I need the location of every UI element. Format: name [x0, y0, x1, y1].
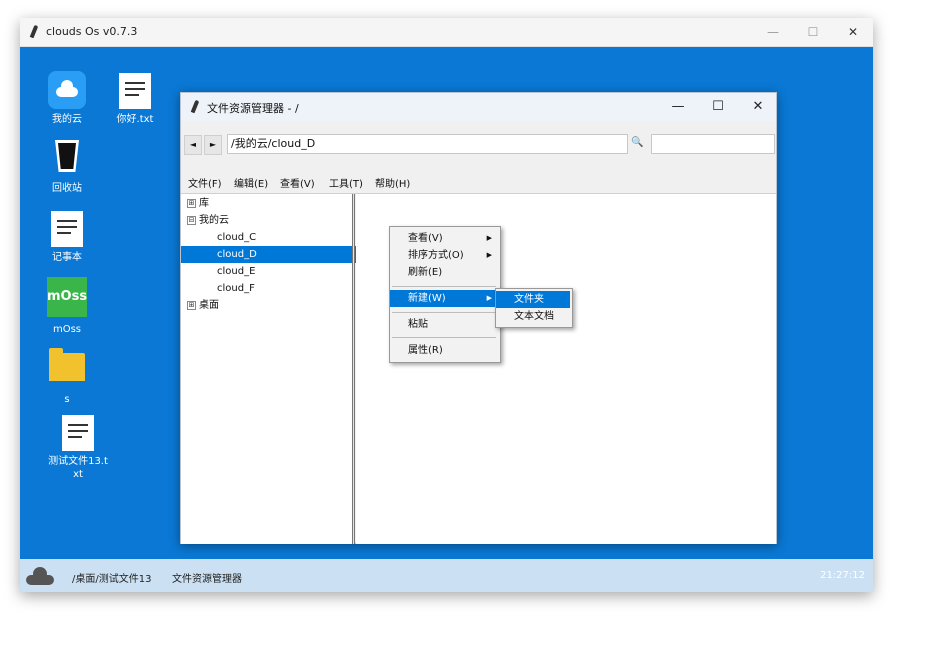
submenu-item-folder[interactable]: 文件夹	[496, 291, 570, 308]
cloud-app-icon	[48, 71, 86, 109]
recycle-bin-icon	[55, 140, 79, 174]
context-item-paste[interactable]: 粘贴	[390, 316, 498, 333]
moss-app-icon: mOss	[47, 277, 87, 317]
desktop-icon-label: mOss	[52, 324, 82, 335]
tree-item-label: cloud_C	[217, 232, 257, 243]
taskbar-item-test-file[interactable]: /桌面/测试文件13	[72, 570, 151, 585]
submenu-item-text-document[interactable]: 文本文档	[496, 308, 570, 325]
feather-app-icon	[190, 100, 200, 114]
desktop-icon-label: 测试文件13.t xt	[48, 456, 108, 480]
tree-item-my-cloud[interactable]: ⊟ 我的云	[181, 212, 358, 229]
taskbar: /桌面/测试文件13 文件资源管理器 21:27:12	[20, 559, 873, 592]
os-title: clouds Os v0.7.3	[46, 25, 138, 38]
desktop-icon-label: 回收站	[52, 183, 82, 194]
menu-separator	[392, 337, 496, 338]
search-icon[interactable]: 🔍	[631, 137, 643, 148]
new-submenu: 文件夹 文本文档	[495, 288, 573, 328]
context-item-label: 粘贴	[408, 319, 428, 330]
folder-icon	[49, 348, 85, 381]
tree-item-label: 我的云	[199, 215, 229, 226]
explorer-minimize-button[interactable]: —	[658, 93, 698, 121]
desktop-icon-folder-s[interactable]: s	[34, 348, 100, 406]
menu-file[interactable]: 文件(F)	[188, 175, 222, 190]
os-minimize-button[interactable]: —	[753, 18, 793, 46]
submenu-item-label: 文本文档	[514, 311, 554, 322]
tree-item-desktop[interactable]: ⊞ 桌面	[181, 297, 358, 314]
text-file-icon	[62, 415, 94, 451]
menu-help[interactable]: 帮助(H)	[375, 175, 410, 190]
taskbar-clock: 21:27:12	[820, 570, 865, 581]
desktop-icon-label: s	[64, 394, 70, 405]
taskbar-item-explorer[interactable]: 文件资源管理器	[172, 570, 242, 585]
submenu-item-label: 文件夹	[514, 294, 544, 305]
expand-icon[interactable]: ⊞	[187, 300, 196, 310]
menu-separator	[392, 286, 496, 287]
context-item-label: 刷新(E)	[408, 267, 443, 278]
menu-bar: 文件(F) 编辑(E) 查看(V) 工具(T) 帮助(H)	[181, 171, 776, 193]
search-input[interactable]	[651, 134, 775, 154]
context-item-label: 查看(V)	[408, 233, 443, 244]
desktop-icon-test-file[interactable]: 测试文件13.t xt	[45, 415, 111, 481]
os-title-bar: clouds Os v0.7.3 — ☐ ✕	[20, 18, 873, 47]
back-button[interactable]: ◄	[184, 135, 202, 155]
desktop-icon-my-cloud[interactable]: 我的云	[34, 71, 100, 126]
forward-button[interactable]: ►	[204, 135, 222, 155]
context-item-view[interactable]: 查看(V) ▶	[390, 230, 498, 247]
pane-splitter[interactable]	[352, 194, 355, 544]
explorer-title: 文件资源管理器 - /	[207, 102, 299, 115]
os-close-button[interactable]: ✕	[833, 18, 873, 46]
context-item-label: 排序方式(O)	[408, 250, 464, 261]
context-item-new[interactable]: 新建(W) ▶	[390, 290, 498, 307]
explorer-close-button[interactable]: ✕	[738, 93, 778, 121]
desktop-icon-recycle-bin[interactable]: 回收站	[34, 140, 100, 195]
folder-tree: ⊞ 库 ⊟ 我的云 cloud_C cloud_D cloud_E cloud_F …	[181, 194, 388, 544]
tree-item-label: 库	[199, 198, 209, 209]
explorer-title-bar[interactable]: 文件资源管理器 - / — ☐ ✕	[181, 93, 776, 121]
context-menu: 查看(V) ▶ 排序方式(O) ▶ 刷新(E) 新建(W) ▶ 粘贴 属性(R)	[389, 226, 501, 363]
feather-app-icon	[29, 25, 39, 39]
os-maximize-button[interactable]: ☐	[793, 18, 833, 46]
tree-item-label: cloud_F	[217, 283, 255, 294]
menu-separator	[392, 312, 496, 313]
tree-item-library[interactable]: ⊞ 库	[181, 195, 358, 212]
desktop-icon-notepad[interactable]: 记事本	[34, 211, 100, 264]
menu-view[interactable]: 查看(V)	[280, 175, 315, 190]
tree-item-label: 桌面	[199, 300, 219, 311]
submenu-arrow-icon: ▶	[486, 251, 492, 259]
context-item-label: 属性(R)	[408, 345, 443, 356]
text-file-icon	[119, 73, 151, 109]
notepad-icon	[51, 211, 83, 247]
desktop-icon-moss[interactable]: mOss mOss	[34, 277, 100, 336]
desktop-icon-label: 你好.txt	[116, 114, 154, 125]
tree-item-label: cloud_D	[217, 249, 257, 260]
menu-tools[interactable]: 工具(T)	[329, 175, 363, 190]
expand-icon[interactable]: ⊞	[187, 198, 196, 208]
collapse-icon[interactable]: ⊟	[187, 215, 196, 225]
submenu-arrow-icon: ▶	[486, 234, 492, 242]
desktop-icon-hello-txt[interactable]: 你好.txt	[102, 73, 168, 126]
context-item-refresh[interactable]: 刷新(E)	[390, 264, 498, 281]
context-item-properties[interactable]: 属性(R)	[390, 342, 498, 359]
address-bar: ◄ ► /我的云/cloud_D 🔍	[181, 121, 776, 165]
desktop-icon-label: 我的云	[52, 114, 82, 125]
explorer-maximize-button[interactable]: ☐	[698, 93, 738, 121]
context-item-sort[interactable]: 排序方式(O) ▶	[390, 247, 498, 264]
context-item-label: 新建(W)	[408, 293, 446, 304]
tree-item-label: cloud_E	[217, 266, 256, 277]
address-input[interactable]: /我的云/cloud_D	[227, 134, 628, 154]
start-cloud-icon[interactable]	[26, 567, 54, 585]
menu-edit[interactable]: 编辑(E)	[234, 175, 268, 190]
desktop-icon-label: 记事本	[52, 252, 82, 263]
submenu-arrow-icon: ▶	[486, 294, 492, 302]
